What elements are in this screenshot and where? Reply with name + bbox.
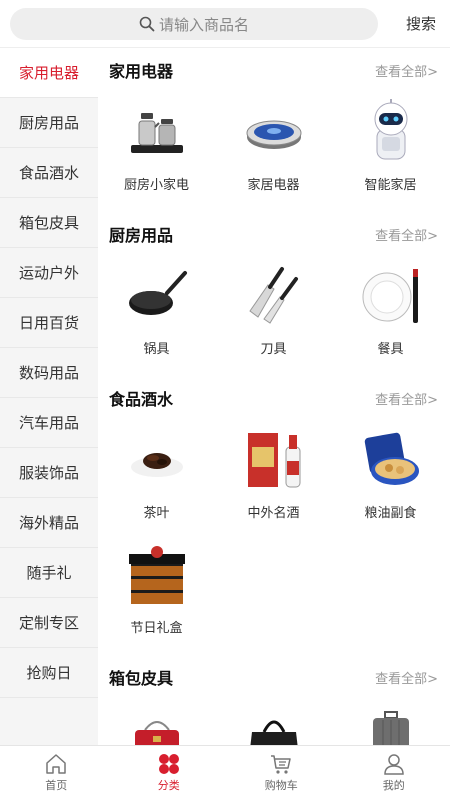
sidebar-item-outdoor[interactable]: 运动户外: [0, 248, 98, 298]
tab-home[interactable]: 首页: [0, 746, 113, 800]
item-label: 刀具: [260, 342, 287, 357]
product-category-item[interactable]: 刀具: [215, 256, 332, 371]
red-handbag-icon: [122, 703, 192, 745]
search-button[interactable]: 搜索: [406, 13, 436, 34]
home-icon: [46, 754, 66, 774]
sidebar-item-gifts[interactable]: 随手礼: [0, 548, 98, 598]
search-input[interactable]: 请输入商品名: [10, 8, 378, 40]
product-category-item[interactable]: 粮油副食: [332, 420, 449, 535]
section-appliances: 家用电器 查看全部> 厨房小家电 家居电器 智能家居: [98, 48, 450, 207]
tab-label: 首页: [45, 779, 68, 792]
profile-icon: [383, 754, 404, 775]
item-label: 中外名酒: [247, 506, 300, 521]
tab-label: 购物车: [264, 779, 298, 792]
wok-icon: [122, 260, 192, 330]
search-icon: [139, 16, 155, 32]
item-label: 家居电器: [247, 178, 300, 193]
section-title: 箱包皮具: [109, 669, 174, 688]
product-category-item[interactable]: [332, 699, 449, 745]
section-title: 厨房用品: [109, 226, 174, 245]
view-all-link[interactable]: 查看全部>: [375, 389, 438, 408]
view-all-link[interactable]: 查看全部>: [375, 668, 438, 687]
section-kitchen: 厨房用品 查看全部> 锅具 刀具 餐具: [98, 212, 450, 371]
suitcase-icon: [356, 703, 426, 745]
top-bar: 请输入商品名 搜索: [0, 0, 450, 48]
sidebar-item-appliances[interactable]: 家用电器: [0, 48, 98, 98]
product-category-item[interactable]: 茶叶: [98, 420, 215, 535]
sidebar-item-daily-goods[interactable]: 日用百货: [0, 298, 98, 348]
kettle-set-icon: [122, 96, 192, 166]
product-category-item[interactable]: 厨房小家电: [98, 92, 215, 207]
item-label: 餐具: [377, 342, 404, 357]
product-category-item[interactable]: 家居电器: [215, 92, 332, 207]
sidebar-item-overseas[interactable]: 海外精品: [0, 498, 98, 548]
product-category-item[interactable]: 节日礼盒: [98, 535, 215, 650]
section-title: 食品酒水: [109, 390, 174, 409]
sidebar-item-custom[interactable]: 定制专区: [0, 598, 98, 648]
tea-leaves-icon: [122, 424, 192, 494]
section-food-drinks: 食品酒水 查看全部> 茶叶 中外名酒 粮油副食 节日礼盒: [98, 376, 450, 650]
cart-icon: [271, 755, 291, 774]
product-category-item[interactable]: [215, 699, 332, 745]
sidebar-item-auto[interactable]: 汽车用品: [0, 398, 98, 448]
sidebar-item-bags[interactable]: 箱包皮具: [0, 198, 98, 248]
view-all-link[interactable]: 查看全部>: [375, 61, 438, 80]
product-category-item[interactable]: 智能家居: [332, 92, 449, 207]
search-placeholder: 请输入商品名: [158, 15, 249, 34]
sidebar-item-flash-sale[interactable]: 抢购日: [0, 648, 98, 698]
tab-profile[interactable]: 我的: [338, 746, 450, 800]
item-label: 节日礼盒: [130, 621, 183, 636]
item-label: 锅具: [143, 342, 170, 357]
product-category-item[interactable]: 餐具: [332, 256, 449, 371]
knives-icon: [239, 260, 309, 330]
liquor-bottle-icon: [239, 424, 309, 494]
category-content: 家用电器 查看全部> 厨房小家电 家居电器 智能家居 厨房用品 查看全部> 锅具…: [98, 48, 450, 745]
sidebar-item-apparel[interactable]: 服装饰品: [0, 448, 98, 498]
view-all-link[interactable]: 查看全部>: [375, 225, 438, 244]
tab-category[interactable]: 分类: [113, 746, 226, 800]
sidebar-item-food-drinks[interactable]: 食品酒水: [0, 148, 98, 198]
item-label: 智能家居: [364, 178, 417, 193]
gift-box-icon: [122, 539, 192, 609]
robot-vacuum-icon: [239, 96, 309, 166]
section-title: 家用电器: [109, 62, 174, 81]
sidebar-item-digital[interactable]: 数码用品: [0, 348, 98, 398]
product-category-item[interactable]: [98, 699, 215, 745]
item-label: 茶叶: [143, 506, 170, 521]
tab-label: 我的: [382, 779, 405, 792]
bottom-tab-bar: 首页 分类 购物车 我的: [0, 745, 450, 800]
cookie-tin-icon: [356, 424, 426, 494]
smart-robot-icon: [356, 96, 426, 166]
plate-icon: [356, 260, 426, 330]
sidebar-item-kitchen[interactable]: 厨房用品: [0, 98, 98, 148]
item-label: 粮油副食: [364, 506, 417, 521]
section-bags: 箱包皮具 查看全部>: [98, 655, 450, 745]
product-category-item[interactable]: 中外名酒: [215, 420, 332, 535]
tab-label: 分类: [157, 779, 180, 792]
category-icon: [158, 754, 179, 774]
black-handbag-icon: [239, 703, 309, 745]
product-category-item[interactable]: 锅具: [98, 256, 215, 371]
tab-cart[interactable]: 购物车: [225, 746, 338, 800]
category-sidebar: 家用电器 厨房用品 食品酒水 箱包皮具 运动户外 日用百货 数码用品 汽车用品 …: [0, 48, 98, 745]
item-label: 厨房小家电: [123, 178, 189, 193]
